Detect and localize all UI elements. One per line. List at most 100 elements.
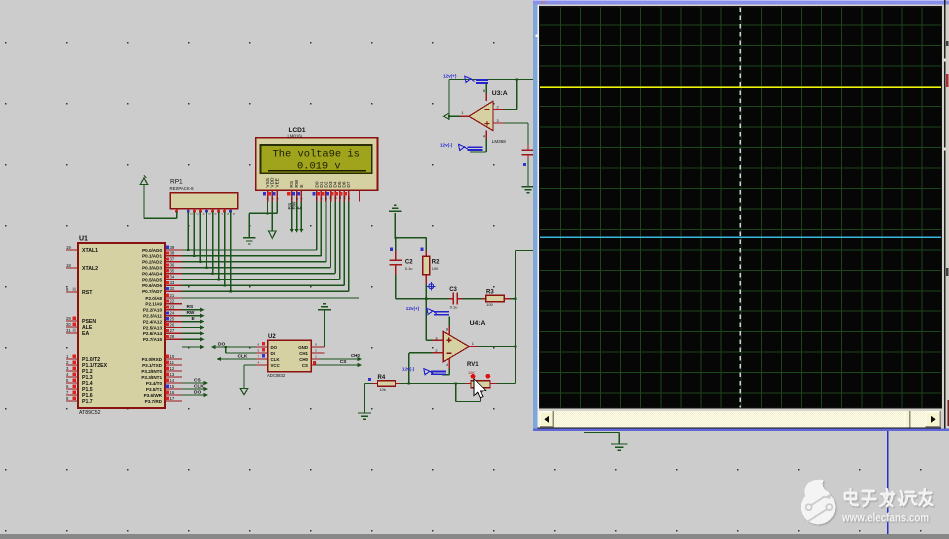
svg-text:13: 13 [342, 196, 346, 200]
svg-text:DO: DO [271, 345, 278, 350]
svg-text:RESPACK-8: RESPACK-8 [170, 186, 195, 191]
svg-text:DO: DO [194, 389, 201, 395]
svg-text:2: 2 [497, 104, 499, 109]
svg-text:27: 27 [170, 328, 175, 333]
svg-text:P2.6/A14: P2.6/A14 [143, 331, 163, 336]
svg-text:C2: C2 [405, 260, 413, 266]
svg-text:U3:A: U3:A [492, 90, 508, 97]
svg-text:32: 32 [170, 286, 175, 291]
svg-text:11: 11 [333, 196, 337, 199]
svg-text:P0.1/AD1: P0.1/AD1 [142, 254, 162, 259]
svg-text:0.1u: 0.1u [405, 266, 413, 271]
svg-text:CS: CS [340, 359, 347, 365]
svg-text:P0.4/AD4: P0.4/AD4 [142, 271, 162, 276]
svg-text:RV1: RV1 [467, 362, 479, 368]
svg-text:P0.0/AD0: P0.0/AD0 [142, 248, 162, 253]
svg-text:R2: R2 [432, 260, 440, 266]
svg-text:26: 26 [170, 322, 175, 327]
svg-text:RW: RW [187, 310, 195, 316]
svg-text:18: 18 [66, 263, 71, 268]
svg-text:12v(-): 12v(-) [440, 142, 453, 147]
svg-text:10K: 10K [468, 370, 475, 375]
svg-text:37: 37 [170, 257, 175, 262]
svg-text:P0.5/AD5: P0.5/AD5 [142, 277, 162, 282]
svg-text:39: 39 [170, 245, 175, 250]
svg-text:DO: DO [218, 341, 225, 347]
svg-text:XTAL1: XTAL1 [82, 248, 98, 254]
svg-text:D7: D7 [346, 181, 352, 187]
svg-text:1: 1 [461, 110, 463, 115]
svg-text:25: 25 [170, 316, 175, 321]
svg-text:VCC: VCC [271, 363, 281, 368]
svg-text:30: 30 [66, 322, 71, 327]
svg-text:U4:A: U4:A [470, 320, 486, 327]
svg-text:15: 15 [170, 384, 175, 389]
svg-text:10: 10 [329, 196, 333, 200]
svg-text:CS: CS [302, 363, 308, 368]
svg-text:3: 3 [435, 336, 437, 341]
svg-text:24: 24 [170, 311, 175, 316]
svg-text:2: 2 [435, 348, 437, 353]
svg-text:DI: DI [271, 351, 275, 356]
svg-text:P3.2/INT0: P3.2/INT0 [141, 369, 162, 374]
svg-text:RP1: RP1 [170, 179, 183, 186]
svg-text:P0.6/AD6: P0.6/AD6 [142, 283, 162, 288]
svg-text:www.elecfans.com: www.elecfans.com [841, 512, 929, 525]
svg-text:P3.7/RD: P3.7/RD [145, 399, 163, 404]
svg-text:XTAL2: XTAL2 [82, 266, 98, 272]
svg-text:33: 33 [170, 280, 175, 285]
svg-text:12: 12 [338, 196, 342, 200]
svg-text:12v(+): 12v(+) [443, 74, 457, 79]
svg-text:U2: U2 [268, 334, 276, 340]
svg-text:P3.1/TXD: P3.1/TXD [142, 363, 163, 368]
svg-text:100: 100 [486, 302, 493, 307]
svg-text:E: E [299, 184, 305, 187]
svg-text:12v(-): 12v(-) [402, 367, 415, 372]
svg-text:16: 16 [170, 390, 175, 395]
svg-text:P0.7/AD7: P0.7/AD7 [142, 289, 162, 294]
svg-text:38: 38 [170, 251, 175, 256]
svg-text:C3: C3 [449, 287, 457, 293]
svg-text:E: E [296, 206, 302, 209]
svg-text:The volta9e is: The volta9e is [273, 148, 360, 160]
svg-text:31: 31 [66, 328, 71, 333]
svg-text:CH1: CH1 [299, 351, 308, 356]
svg-text:P3.6/WR: P3.6/WR [144, 393, 163, 398]
svg-text:AT89C52: AT89C52 [79, 410, 101, 416]
svg-text:P2.4/A12: P2.4/A12 [143, 319, 163, 324]
svg-text:CH0: CH0 [299, 357, 308, 362]
svg-text:12: 12 [170, 366, 175, 371]
svg-text:36: 36 [170, 263, 175, 268]
svg-text:CH0: CH0 [351, 353, 360, 358]
svg-text:CLK: CLK [194, 383, 204, 389]
svg-text:21: 21 [170, 293, 175, 298]
svg-text:8: 8 [483, 88, 485, 93]
svg-text:P2.3/A11: P2.3/A11 [143, 314, 162, 319]
svg-text:P0.3/AD3: P0.3/AD3 [142, 266, 162, 271]
svg-text:CLK: CLK [271, 357, 281, 362]
svg-text:P1.7: P1.7 [82, 399, 93, 405]
svg-text:P3.3/INT1: P3.3/INT1 [141, 375, 162, 380]
svg-text:U1: U1 [79, 236, 88, 243]
svg-text:13: 13 [170, 372, 175, 377]
svg-text:ADC0832: ADC0832 [267, 373, 286, 378]
svg-text:22: 22 [170, 299, 175, 304]
svg-text:P2.1/A9: P2.1/A9 [145, 302, 162, 307]
svg-text:11: 11 [170, 360, 175, 365]
svg-text:P0.2/AD2: P0.2/AD2 [142, 260, 162, 265]
svg-text:VEE: VEE [275, 178, 281, 188]
svg-text:1: 1 [472, 341, 474, 346]
svg-text:RS: RS [187, 304, 194, 310]
svg-text:12v(+): 12v(+) [406, 306, 420, 311]
svg-text:0.1u: 0.1u [450, 305, 458, 310]
svg-text:LM016L: LM016L [288, 133, 304, 138]
svg-text:P2.0/A8: P2.0/A8 [145, 296, 162, 301]
svg-text:P3.4/T0: P3.4/T0 [146, 381, 163, 386]
svg-text:19: 19 [66, 245, 71, 250]
svg-text:P2.2/A10: P2.2/A10 [143, 308, 163, 313]
svg-text:R3: R3 [486, 290, 494, 296]
svg-text:P2.7/A15: P2.7/A15 [143, 337, 163, 342]
svg-text:8: 8 [446, 327, 448, 332]
svg-text:RST: RST [82, 290, 93, 296]
svg-text:CS: CS [194, 377, 201, 383]
